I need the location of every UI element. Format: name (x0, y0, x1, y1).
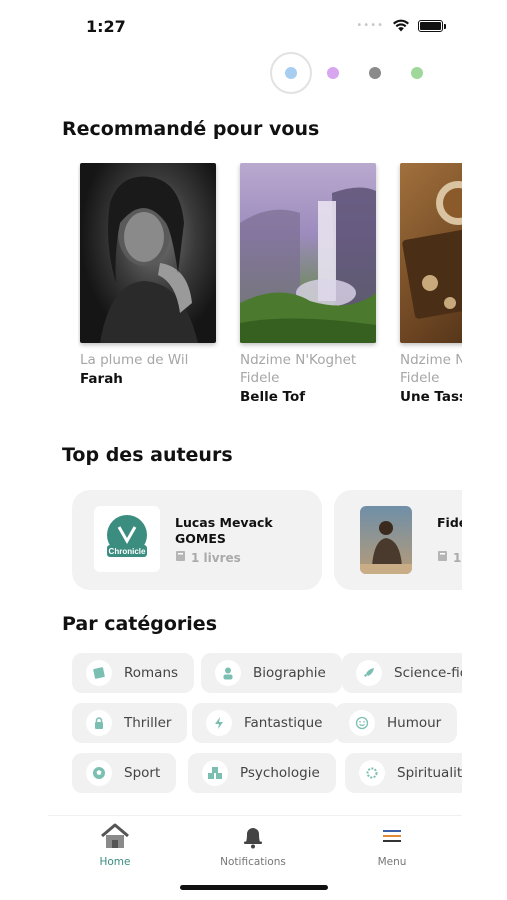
tab-label: Home (99, 856, 131, 868)
tea-image (402, 181, 462, 319)
home-indicator (180, 885, 328, 890)
book-author: Ndzime N'Koghet Fidele (240, 352, 357, 386)
category-chip-fantastique[interactable]: Fantastique (192, 703, 339, 743)
category-label: Humour (387, 715, 442, 731)
home-icon (101, 823, 129, 848)
book-author: La plume de Wil (80, 352, 189, 368)
rocket-icon (356, 660, 382, 686)
author-book-count-label: 1 livres (191, 550, 241, 565)
color-dot (285, 67, 297, 79)
author-avatar (360, 506, 412, 574)
bell-icon (244, 828, 262, 849)
book-cover (400, 163, 462, 343)
category-chip-science-fiction[interactable]: Science-fiction (342, 653, 462, 693)
color-dot (327, 67, 339, 79)
wifi-icon (393, 19, 409, 32)
book-icon (437, 550, 449, 565)
author-card[interactable]: Chronicle Lucas Mevack GOMES 1 livres (72, 490, 322, 590)
book-card[interactable]: Ndzime N'Koghet Fidele Belle Tof (240, 163, 376, 405)
signal-icon: •••• (356, 20, 384, 31)
theme-dot-gray[interactable] (354, 52, 396, 94)
menu-icon (383, 830, 401, 842)
tab-label: Notifications (220, 856, 286, 868)
book-cover (240, 163, 376, 343)
author-photo (360, 521, 412, 574)
author-book-count-label: 1 livres (453, 550, 462, 565)
portrait-image (100, 176, 198, 343)
top-authors-title: Top des auteurs (62, 444, 233, 466)
smile-icon (349, 710, 375, 736)
category-label: Romans (124, 665, 179, 681)
category-label: Thriller (124, 715, 172, 731)
tab-menu[interactable]: Menu (337, 822, 447, 868)
book-title: Farah (80, 371, 123, 387)
theme-dot-blue[interactable] (270, 52, 312, 94)
category-label: Fantastique (244, 715, 323, 731)
recommended-title: Recommandé pour vous (62, 118, 320, 140)
book-title: Belle Tof (240, 389, 306, 405)
tab-home[interactable]: Home (60, 822, 170, 868)
author-avatar: Chronicle (94, 506, 160, 572)
person-icon (215, 660, 241, 686)
ball-icon (86, 760, 112, 786)
category-chip-sport[interactable]: Sport (72, 753, 177, 793)
category-label: Spiritualité (397, 765, 462, 781)
author-book-count: 1 livres (437, 550, 462, 565)
author-card[interactable]: Fidele N'Koghet 1 livres (334, 490, 462, 590)
battery-icon (418, 19, 446, 32)
book-title: Une Tasse (400, 389, 462, 405)
category-label: Science-fiction (394, 665, 462, 681)
author-name: Fidele N'Koghet (437, 515, 462, 530)
category-label: Psychologie (240, 765, 320, 781)
waterfall-image (240, 187, 376, 343)
status-icons: •••• (356, 19, 446, 32)
status-bar: 1:27 •••• (0, 0, 507, 56)
book-card[interactable]: La plume de Wil Farah (80, 163, 216, 387)
category-chip-spiritualite[interactable]: Spiritualité (345, 753, 462, 793)
category-chip-romans[interactable]: Romans (72, 653, 195, 693)
categories-grid: Romans Biographie Science-fiction Thrill… (72, 653, 462, 795)
top-authors-list[interactable]: Chronicle Lucas Mevack GOMES 1 livres Fi… (72, 490, 462, 590)
recommended-carousel[interactable]: La plume de Wil Farah Ndzime N'Koghet Fi… (78, 163, 462, 413)
category-chip-psychologie[interactable]: Psychologie (188, 753, 336, 793)
status-time: 1:27 (86, 17, 126, 36)
book-cover (80, 163, 216, 343)
category-chip-humour[interactable]: Humour (335, 703, 458, 743)
theme-dot-green[interactable] (396, 52, 438, 94)
tab-notifications[interactable]: Notifications (198, 822, 308, 868)
tab-label: Menu (377, 856, 407, 868)
color-dot (369, 67, 381, 79)
theme-dot-purple[interactable] (312, 52, 354, 94)
book-author: Ndzime N'Koghet Fidele (400, 352, 462, 386)
cubes-icon (202, 760, 228, 786)
author-name: Lucas Mevack GOMES (175, 515, 273, 546)
logo-text: Chronicle (109, 547, 146, 556)
gear-icon (359, 760, 385, 786)
author-book-count: 1 livres (175, 550, 241, 565)
category-label: Biographie (253, 665, 326, 681)
theme-color-selector (270, 52, 438, 94)
bottom-tab-bar: Home Notifications Menu (48, 815, 462, 873)
category-label: Sport (124, 765, 161, 781)
book-card[interactable]: Ndzime N'Koghet Fidele Une Tasse (400, 163, 462, 405)
categories-title: Par catégories (62, 613, 218, 635)
book-icon (175, 550, 187, 565)
chronicle-logo-icon: Chronicle (107, 515, 147, 557)
color-dot (411, 67, 423, 79)
book-icon (86, 660, 112, 686)
lock-icon (86, 710, 112, 736)
category-chip-thriller[interactable]: Thriller (72, 703, 188, 743)
category-chip-biographie[interactable]: Biographie (201, 653, 342, 693)
lightning-icon (206, 710, 232, 736)
